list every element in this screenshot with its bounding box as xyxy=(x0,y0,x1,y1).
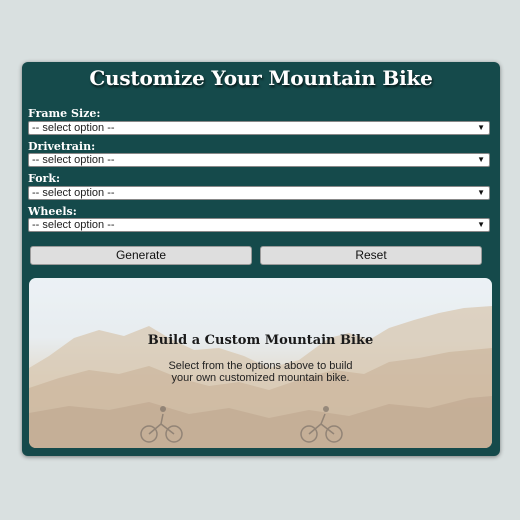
fork-label: Fork: xyxy=(28,172,61,185)
drivetrain-label: Drivetrain: xyxy=(28,140,96,153)
drivetrain-value: -- select option -- xyxy=(32,154,115,166)
wheels-value: -- select option -- xyxy=(32,219,115,231)
page-title: Customize Your Mountain Bike xyxy=(89,66,433,90)
reset-button[interactable]: Reset xyxy=(260,246,482,265)
frame-size-value: -- select option -- xyxy=(32,122,115,134)
chevron-down-icon: ▼ xyxy=(477,123,485,132)
hero-banner: Build a Custom Mountain Bike Select from… xyxy=(29,278,492,448)
wheels-select[interactable]: -- select option -- ▼ xyxy=(28,218,490,232)
chevron-down-icon: ▼ xyxy=(477,220,485,229)
frame-size-label: Frame Size: xyxy=(28,107,101,120)
hero-title: Build a Custom Mountain Bike xyxy=(147,333,374,348)
fork-value: -- select option -- xyxy=(32,187,115,199)
generate-button[interactable]: Generate xyxy=(30,246,252,265)
wheels-label: Wheels: xyxy=(28,205,77,218)
customizer-panel: Customize Your Mountain Bike Frame Size:… xyxy=(22,62,500,456)
hero-description: Select from the options above to build y… xyxy=(168,360,353,384)
fork-select[interactable]: -- select option -- ▼ xyxy=(28,186,490,200)
frame-size-select[interactable]: -- select option -- ▼ xyxy=(28,121,490,135)
drivetrain-select[interactable]: -- select option -- ▼ xyxy=(28,153,490,167)
chevron-down-icon: ▼ xyxy=(477,188,485,197)
chevron-down-icon: ▼ xyxy=(477,155,485,164)
